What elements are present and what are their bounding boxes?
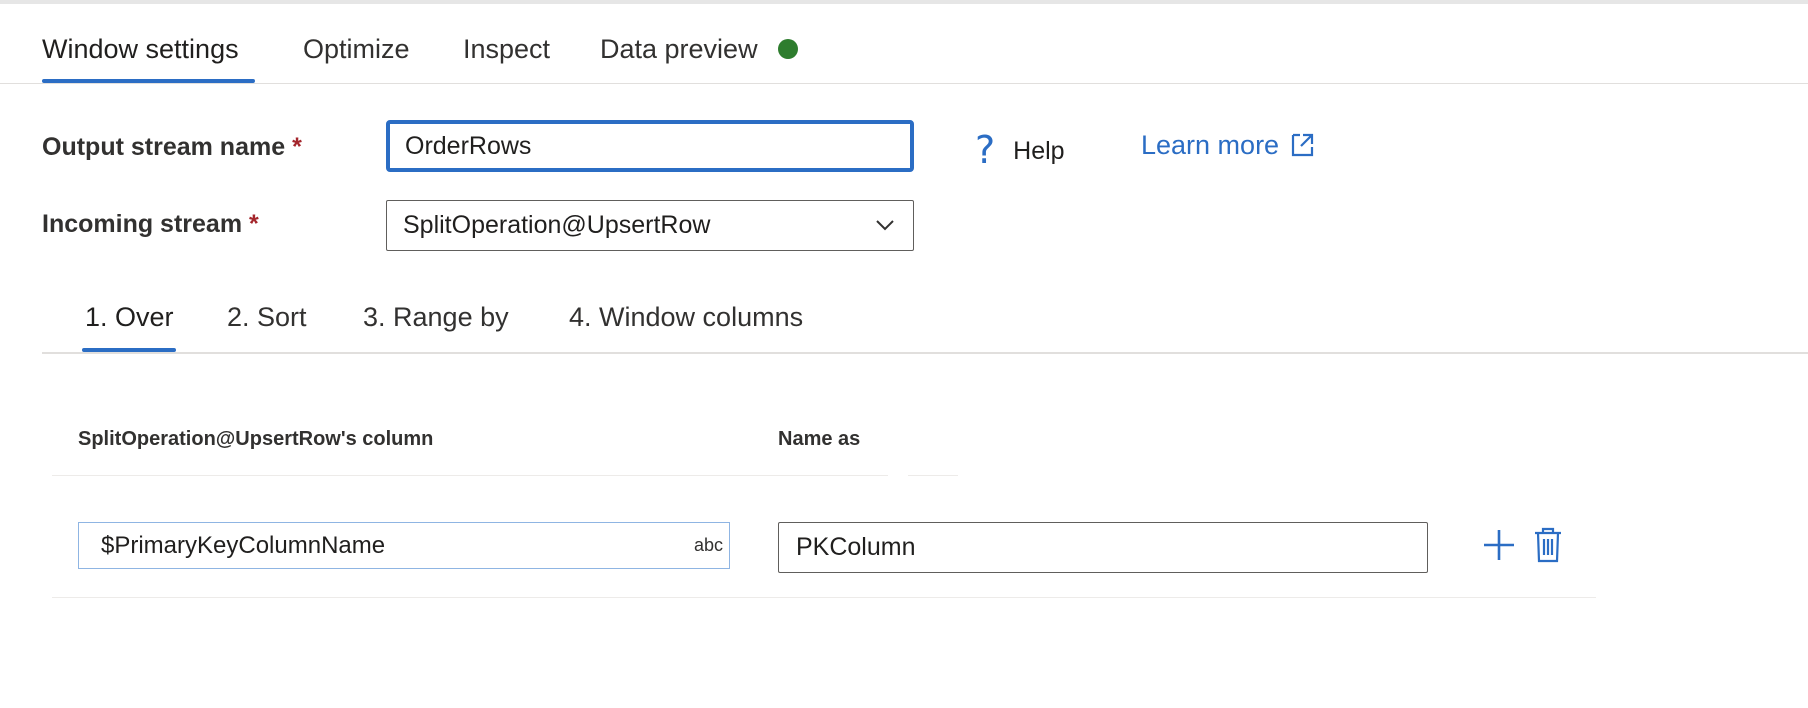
tab-data-preview[interactable]: Data preview xyxy=(600,34,798,65)
learn-more-label: Learn more xyxy=(1141,130,1280,160)
add-icon[interactable] xyxy=(1482,528,1516,562)
active-subtab-indicator xyxy=(82,348,176,352)
incoming-stream-label: Incoming stream * xyxy=(42,210,259,239)
subtab-window-columns[interactable]: 4. Window columns xyxy=(569,302,803,333)
learn-more-link[interactable]: Learn more xyxy=(1141,130,1315,161)
delete-icon[interactable] xyxy=(1533,527,1563,563)
subtab-sort[interactable]: 2. Sort xyxy=(227,302,307,333)
help-label: Help xyxy=(1013,137,1065,165)
sub-tab-bar: 1. Over 2. Sort 3. Range by 4. Window co… xyxy=(42,290,1808,354)
header-divider xyxy=(52,475,888,476)
status-dot xyxy=(777,39,798,59)
tab-window-settings[interactable]: Window settings xyxy=(42,34,239,65)
column-expression-input[interactable]: $PrimaryKeyColumnName abc xyxy=(78,522,730,569)
header-divider-actions xyxy=(908,475,958,476)
subtab-range-by[interactable]: 3. Range by xyxy=(363,302,509,333)
incoming-stream-dropdown[interactable]: SplitOperation@UpsertRow xyxy=(386,200,914,251)
tab-data-preview-label: Data preview xyxy=(600,34,758,64)
incoming-stream-label-text: Incoming stream xyxy=(42,210,243,238)
subtab-over[interactable]: 1. Over xyxy=(85,302,174,333)
name-as-input[interactable] xyxy=(778,522,1428,573)
help-icon: ? xyxy=(975,128,996,172)
output-stream-label-text: Output stream name xyxy=(42,133,286,161)
column-header-name-as: Name as xyxy=(778,428,861,450)
output-stream-name-input[interactable] xyxy=(386,120,914,172)
column-header-source: SplitOperation@UpsertRow's column xyxy=(78,428,434,450)
required-marker: * xyxy=(249,210,259,238)
row-divider xyxy=(52,597,1596,598)
help-button[interactable]: ? Help xyxy=(975,124,1065,172)
required-marker: * xyxy=(292,133,302,161)
tab-optimize[interactable]: Optimize xyxy=(303,34,410,65)
incoming-stream-value: SplitOperation@UpsertRow xyxy=(403,211,711,239)
output-stream-label: Output stream name * xyxy=(42,133,302,162)
main-tab-bar: Window settings Optimize Inspect Data pr… xyxy=(0,4,1808,84)
external-link-icon xyxy=(1291,133,1314,157)
column-expression-value: $PrimaryKeyColumnName xyxy=(101,532,386,559)
tab-inspect[interactable]: Inspect xyxy=(463,34,550,65)
active-tab-indicator xyxy=(42,79,255,83)
chevron-down-icon xyxy=(876,220,894,231)
type-badge: abc xyxy=(693,535,723,555)
